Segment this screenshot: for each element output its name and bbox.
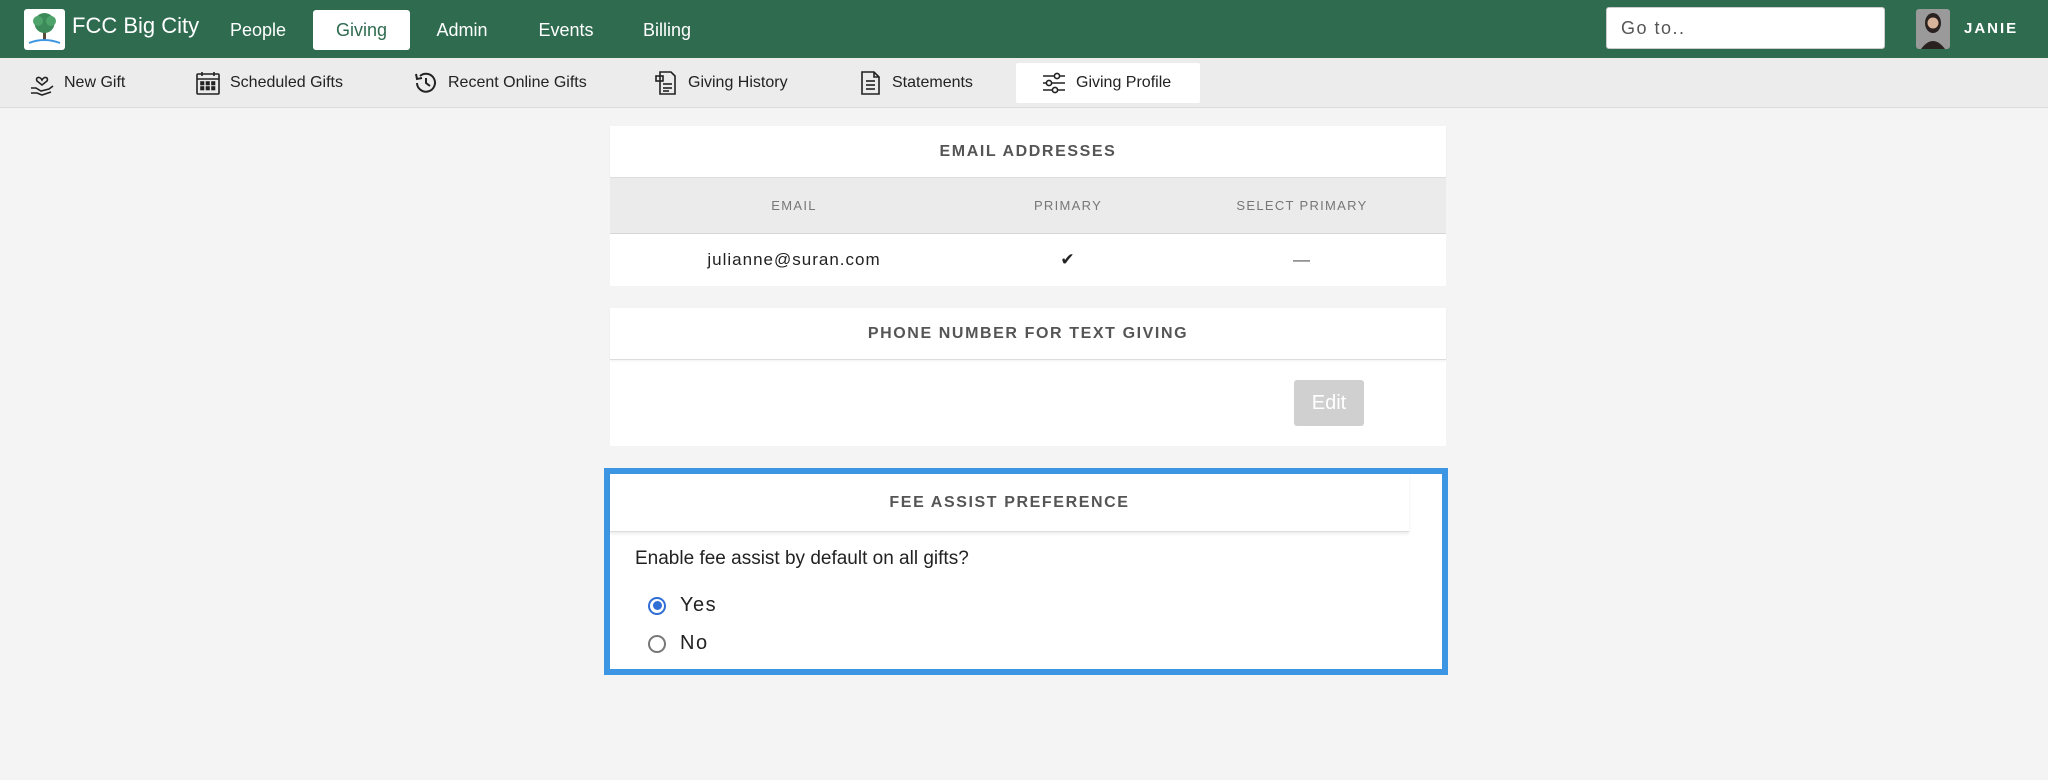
- radio-label-yes[interactable]: Yes: [680, 594, 717, 617]
- table-row: julianne@suran.com ✔ —: [610, 234, 1446, 286]
- subtab-label: Statements: [892, 74, 973, 91]
- nav-billing[interactable]: Billing: [632, 10, 702, 50]
- fee-assist-question: Enable fee assist by default on all gift…: [635, 548, 969, 569]
- select-primary-value: —: [1293, 250, 1311, 269]
- app-name[interactable]: FCC Big City: [72, 13, 199, 39]
- sliders-icon: [1040, 69, 1068, 97]
- subtab-new-gift[interactable]: New Gift: [28, 63, 125, 103]
- subtab-scheduled-gifts[interactable]: Scheduled Gifts: [194, 63, 343, 103]
- subtab-label: Giving Profile: [1076, 74, 1172, 91]
- church-logo[interactable]: [24, 9, 65, 50]
- subtab-statements[interactable]: Statements: [856, 63, 973, 103]
- radio-label-no[interactable]: No: [680, 632, 709, 655]
- calendar-icon: [194, 69, 222, 97]
- email-value: julianne@suran.com: [707, 250, 881, 269]
- subtab-label: Giving History: [688, 74, 788, 91]
- column-header-select-primary: SELECT PRIMARY: [1236, 198, 1368, 213]
- giving-subnav: New Gift Scheduled Gifts Recent Online G…: [0, 58, 2048, 108]
- top-navbar: FCC Big City People Giving Admin Events …: [0, 0, 2048, 58]
- subtab-giving-history[interactable]: Giving History: [652, 63, 788, 103]
- email-addresses-card: EMAIL ADDRESSES EMAIL PRIMARY SELECT PRI…: [610, 126, 1446, 286]
- phone-section-body: Edit: [610, 360, 1446, 446]
- goto-search-input[interactable]: [1606, 7, 1885, 49]
- phone-section-title: PHONE NUMBER FOR TEXT GIVING: [610, 308, 1446, 360]
- email-section-title: EMAIL ADDRESSES: [610, 126, 1446, 178]
- column-header-email: EMAIL: [771, 198, 817, 213]
- nav-giving[interactable]: Giving: [313, 10, 410, 50]
- primary-check-icon: ✔: [1060, 250, 1076, 269]
- edit-phone-button[interactable]: Edit: [1294, 380, 1364, 426]
- subtab-label: Recent Online Gifts: [448, 74, 587, 91]
- radio-yes[interactable]: [648, 596, 666, 615]
- user-name[interactable]: JANIE: [1964, 20, 2018, 37]
- nav-admin[interactable]: Admin: [426, 10, 498, 50]
- nav-events[interactable]: Events: [527, 10, 605, 50]
- email-table-header: EMAIL PRIMARY SELECT PRIMARY: [610, 178, 1446, 234]
- subtab-giving-profile[interactable]: Giving Profile: [1016, 63, 1200, 103]
- history-icon: [412, 69, 440, 97]
- document-icon: [856, 69, 884, 97]
- fee-assist-preference-card: FEE ASSIST PREFERENCE Enable fee assist …: [604, 468, 1448, 675]
- subtab-label: Scheduled Gifts: [230, 74, 343, 91]
- fee-assist-option-no[interactable]: No: [648, 632, 709, 655]
- hand-heart-icon: [28, 69, 56, 97]
- radio-no[interactable]: [648, 634, 666, 653]
- phone-text-giving-card: PHONE NUMBER FOR TEXT GIVING Edit: [610, 308, 1446, 446]
- document-list-icon: [652, 69, 680, 97]
- subtab-recent-online-gifts[interactable]: Recent Online Gifts: [412, 63, 587, 103]
- column-header-primary: PRIMARY: [1033, 198, 1103, 213]
- fee-assist-option-yes[interactable]: Yes: [648, 594, 717, 617]
- subtab-label: New Gift: [64, 74, 126, 91]
- fee-section-title: FEE ASSIST PREFERENCE: [610, 474, 1409, 532]
- avatar[interactable]: [1916, 9, 1950, 49]
- nav-people[interactable]: People: [220, 10, 296, 50]
